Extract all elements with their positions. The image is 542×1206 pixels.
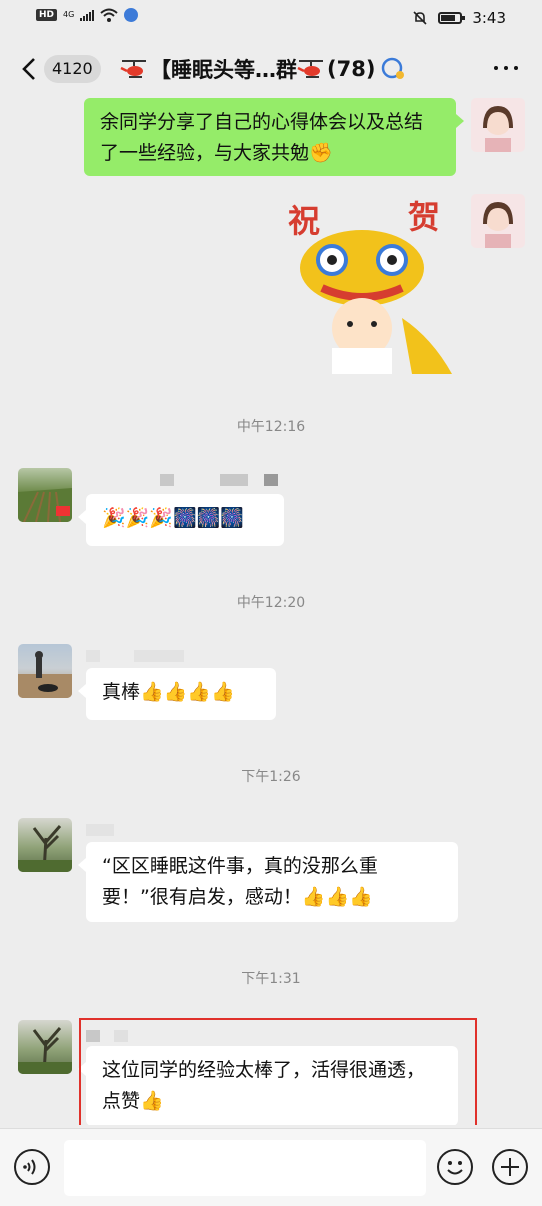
helicopter-icon — [297, 60, 323, 78]
message-text: “区区睡眠这件事，真的没那么重要！”很有启发，感动！👍👍👍 — [102, 855, 378, 908]
more-icon[interactable] — [494, 66, 518, 70]
signal-icon — [80, 9, 95, 21]
chat-bubble-icon — [382, 57, 405, 79]
plus-icon[interactable] — [492, 1149, 528, 1185]
message-text: 真棒👍👍👍👍 — [102, 681, 235, 703]
hd-badge: HD — [36, 9, 58, 21]
sender-name-blurred — [86, 824, 146, 838]
lion-dance-sticker[interactable]: 祝 贺 — [282, 198, 458, 374]
message-text: 🎉🎉🎉🎆🎆🎆 — [102, 507, 244, 529]
sender-avatar[interactable] — [18, 818, 72, 872]
my-avatar[interactable] — [471, 98, 525, 152]
message-bubble-incoming[interactable]: “区区睡眠这件事，真的没那么重要！”很有启发，感动！👍👍👍 — [78, 842, 458, 922]
my-avatar[interactable] — [471, 194, 525, 248]
emoji-icon[interactable] — [437, 1149, 473, 1185]
helicopter-icon — [120, 60, 146, 78]
sender-avatar[interactable] — [18, 468, 72, 522]
back-icon[interactable] — [20, 56, 40, 82]
nav-bar: 4120 【睡眠头等…群 (78) — [0, 40, 542, 98]
input-bar — [0, 1128, 542, 1206]
sender-avatar[interactable] — [18, 1020, 72, 1074]
voice-icon[interactable] — [14, 1149, 50, 1185]
message-bubble-outgoing[interactable]: 余同学分享了自己的心得体会以及总结了一些经验，与大家共勉✊ — [84, 98, 464, 176]
chat-area[interactable]: 余同学分享了自己的心得体会以及总结了一些经验，与大家共勉✊ 祝 贺 中午12:1… — [0, 98, 542, 1125]
message-text: 余同学分享了自己的心得体会以及总结了一些经验，与大家共勉✊ — [100, 111, 424, 164]
chat-title[interactable]: 【睡眠头等…群 (78) — [120, 54, 409, 84]
status-left: HD 4G — [36, 8, 139, 22]
timestamp: 下午1:26 — [241, 769, 301, 785]
sender-name-blurred — [86, 650, 196, 664]
mute-bell-icon — [413, 11, 427, 25]
sticker-left-char: 祝 — [288, 202, 320, 240]
message-text: 这位同学的经验太棒了，活得很通透，点赞👍 — [102, 1059, 426, 1112]
battery-icon — [438, 12, 466, 24]
timestamp: 中午12:16 — [236, 419, 306, 435]
message-bubble-incoming[interactable]: 🎉🎉🎉🎆🎆🎆 — [78, 494, 284, 546]
timestamp: 下午1:31 — [241, 971, 301, 987]
message-bubble-incoming[interactable]: 这位同学的经验太棒了，活得很通透，点赞👍 — [78, 1046, 458, 1125]
app-notification-icon — [124, 8, 139, 22]
unread-count-badge[interactable]: 4120 — [44, 55, 101, 83]
network-type: 4G — [63, 10, 75, 19]
sticker-right-char: 贺 — [408, 198, 440, 236]
chat-title-text: 【睡眠头等…群 — [150, 58, 297, 82]
message-input[interactable] — [64, 1140, 426, 1196]
wifi-icon — [100, 8, 118, 22]
status-bar: HD 4G 3:43 — [0, 0, 542, 36]
message-bubble-incoming[interactable]: 真棒👍👍👍👍 — [78, 668, 276, 720]
sender-name-blurred — [86, 1030, 146, 1044]
status-right: 3:43 — [412, 9, 506, 27]
timestamp: 中午12:20 — [236, 595, 306, 611]
member-count: (78) — [327, 57, 376, 81]
status-time: 3:43 — [472, 9, 506, 27]
sender-name-blurred — [86, 474, 286, 488]
sender-avatar[interactable] — [18, 644, 72, 698]
